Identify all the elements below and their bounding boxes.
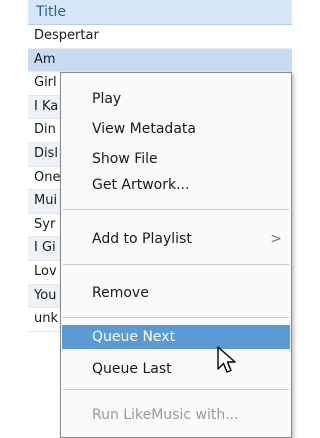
- arrow-cursor-icon: [217, 346, 236, 373]
- track-row[interactable]: Despertar: [28, 25, 292, 49]
- menu-separator: [63, 389, 289, 390]
- menu-item-run-likemusic: Run LikeMusic with...: [92, 407, 239, 423]
- chevron-right-icon: >: [270, 231, 282, 247]
- menu-item-get-artwork[interactable]: Get Artwork...: [62, 173, 290, 197]
- menu-separator: [63, 317, 289, 318]
- menu-item-show-file[interactable]: Show File: [62, 147, 290, 171]
- menu-separator: [63, 264, 289, 265]
- menu-item-remove[interactable]: Remove: [62, 281, 290, 305]
- menu-item-view-metadata[interactable]: View Metadata: [62, 117, 290, 141]
- menu-item-label: Add to Playlist: [92, 231, 192, 247]
- column-header-title[interactable]: Title: [28, 0, 292, 25]
- menu-item-queue-next[interactable]: Queue Next: [62, 325, 290, 349]
- menu-item-play[interactable]: Play: [62, 87, 290, 111]
- menu-item-queue-last[interactable]: Queue Last: [62, 357, 290, 381]
- track-row-selected[interactable]: Am: [28, 48, 292, 73]
- menu-separator: [63, 209, 289, 210]
- context-menu: Play View Metadata Show File Get Artwork…: [60, 72, 292, 438]
- menu-item-add-to-playlist[interactable]: Add to Playlist >: [62, 227, 290, 251]
